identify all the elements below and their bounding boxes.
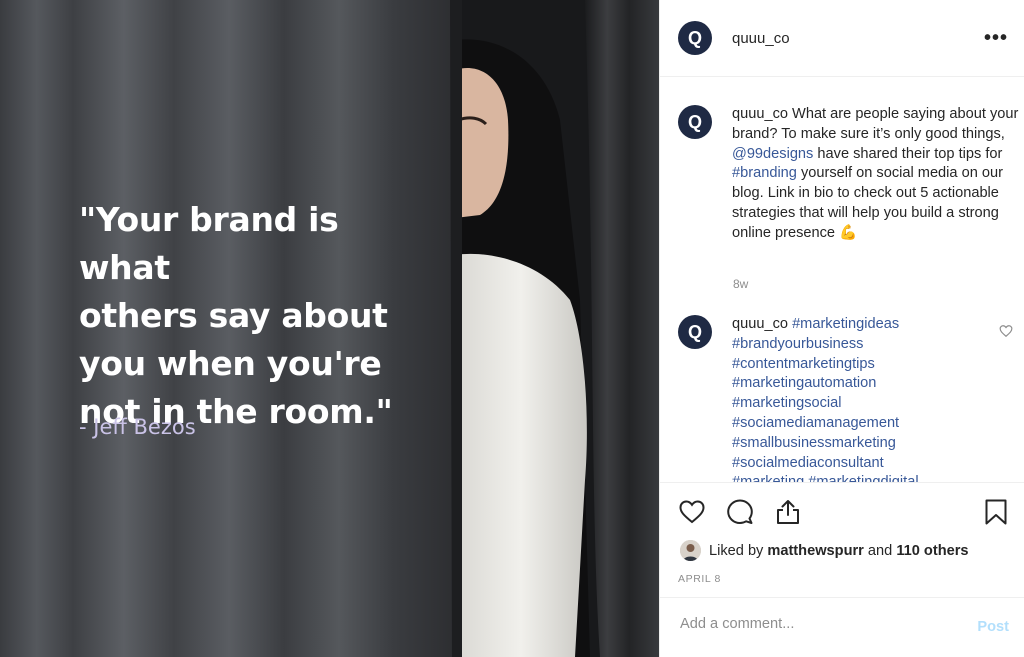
- small-heart-icon[interactable]: [999, 324, 1013, 338]
- person-avatar-icon: [680, 540, 701, 561]
- avatar-letter: Q: [687, 27, 702, 48]
- hashtag-link[interactable]: #marketingsocial: [732, 394, 1022, 414]
- hashtag-link[interactable]: #brandyourbusiness: [732, 335, 1022, 355]
- quote-line: you when you're: [79, 344, 382, 383]
- quote-text: "Your brand is what others say about you…: [79, 196, 439, 436]
- quote-line: others say about: [79, 296, 388, 335]
- hashtag-comment: Q quuu_co #marketingideas #brandyourbusi…: [678, 315, 1022, 482]
- post-button[interactable]: Post: [977, 619, 1009, 635]
- liker-avatar[interactable]: [680, 540, 701, 561]
- comment-icon[interactable]: [726, 498, 754, 526]
- header-username[interactable]: quuu_co: [732, 30, 984, 47]
- avatar[interactable]: Q: [678, 315, 712, 349]
- avatar-letter: Q: [687, 321, 702, 342]
- quote-line: "Your brand is what: [79, 200, 339, 287]
- share-icon[interactable]: [774, 498, 802, 526]
- heart-icon[interactable]: [678, 498, 706, 526]
- post-side-panel: Q quuu_co ••• Q quuu_co What are people …: [659, 0, 1024, 657]
- hashtag-link[interactable]: #sociamediamanagement: [732, 414, 1022, 434]
- liker-username[interactable]: matthewspurr: [767, 543, 864, 559]
- post-date[interactable]: APRIL 8: [678, 573, 721, 585]
- hashtag-link[interactable]: #marketingautomation: [732, 374, 1022, 394]
- hashtag-link[interactable]: #smallbusinessmarketing: [732, 434, 1022, 454]
- avatar[interactable]: Q: [678, 21, 712, 55]
- instagram-post: "Your brand is what others say about you…: [0, 0, 1024, 657]
- caption-username[interactable]: quuu_co: [732, 106, 788, 122]
- muscle-emoji: 💪: [839, 224, 858, 241]
- comment-text: quuu_co #marketingideas #brandyourbusine…: [732, 315, 1022, 482]
- hashtag-link[interactable]: #contentmarketingtips: [732, 355, 1022, 375]
- caption-part: have shared their top tips for: [813, 145, 1003, 162]
- comment-input[interactable]: [680, 616, 940, 632]
- post-age[interactable]: 8w: [733, 277, 748, 291]
- quote-author: - Jeff Bezos: [79, 415, 196, 439]
- hashtag-link[interactable]: #branding: [732, 165, 797, 181]
- caption-comment: Q quuu_co What are people saying about y…: [678, 105, 1022, 244]
- action-bar: [660, 482, 1024, 542]
- avatar[interactable]: Q: [678, 105, 712, 139]
- hashtag-link[interactable]: #socialmediaconsultant: [732, 454, 1022, 474]
- comment-username[interactable]: quuu_co: [732, 316, 788, 332]
- add-comment-bar: Post: [660, 597, 1024, 657]
- likes-summary: Liked by matthewspurr and 110 others: [680, 540, 969, 561]
- liked-by-prefix: Liked by: [709, 542, 764, 559]
- bookmark-icon[interactable]: [982, 498, 1010, 526]
- post-image[interactable]: "Your brand is what others say about you…: [0, 0, 659, 657]
- comments-area[interactable]: Q quuu_co What are people saying about y…: [660, 77, 1024, 482]
- likes-and: and: [863, 542, 897, 559]
- hashtag-link[interactable]: #marketing #marketingdigital: [732, 473, 1022, 482]
- more-icon[interactable]: •••: [984, 28, 1008, 48]
- hashtag-link[interactable]: #marketingideas: [792, 316, 899, 332]
- mention-link[interactable]: @99designs: [732, 146, 813, 162]
- caption-text: quuu_co What are people saying about you…: [732, 105, 1022, 244]
- avatar-letter: Q: [687, 111, 702, 132]
- likes-others[interactable]: 110 others: [896, 543, 968, 559]
- post-header: Q quuu_co •••: [660, 0, 1024, 77]
